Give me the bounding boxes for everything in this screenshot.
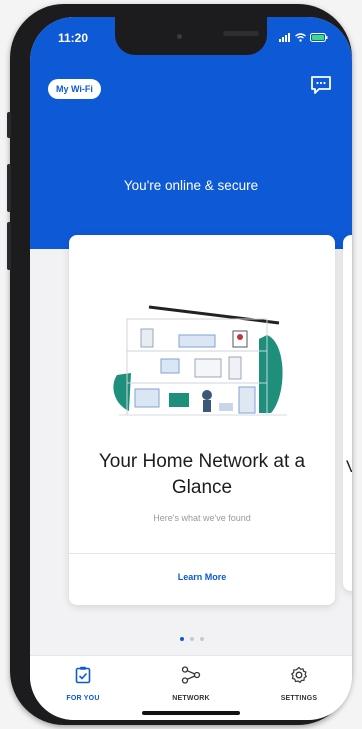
front-camera <box>177 34 182 39</box>
next-card-peek[interactable]: V <box>343 235 352 591</box>
wifi-status-icon <box>295 33 306 42</box>
gear-icon <box>291 666 307 683</box>
mute-switch <box>7 112 11 138</box>
speaker <box>223 31 259 36</box>
learn-more-link[interactable]: Learn More <box>69 572 335 582</box>
card-subtitle: Here's what we've found <box>153 513 251 523</box>
home-indicator <box>142 711 240 715</box>
card-title: Your Home Network at a Glance <box>98 451 306 498</box>
volume-down-button <box>7 222 11 270</box>
status-icons <box>279 33 328 42</box>
signal-icon <box>279 33 290 42</box>
battery-icon <box>310 33 328 42</box>
page-dot[interactable] <box>190 637 194 641</box>
status-time: 11:20 <box>58 31 89 45</box>
tab-label: SETTINGS <box>280 695 318 702</box>
network-glance-card[interactable]: Your Home Network at a Glance Here's wha… <box>69 235 335 605</box>
home-network-illustration <box>113 305 287 416</box>
page-dot[interactable] <box>180 637 184 641</box>
checklist-icon <box>75 666 91 684</box>
volume-up-button <box>7 164 11 212</box>
next-card-title-fragment: V <box>346 457 352 476</box>
page-dot[interactable] <box>200 637 204 641</box>
my-wifi-button[interactable]: My Wi-Fi <box>48 79 101 99</box>
screen: 11:20 My Wi-Fi You're online & secure Yo… <box>30 17 352 720</box>
tab-label: NETWORK <box>172 695 210 702</box>
tab-for-you[interactable]: FOR YOU <box>38 666 128 702</box>
phone-frame: 11:20 My Wi-Fi You're online & secure Yo… <box>7 4 352 725</box>
tab-label: FOR YOU <box>66 695 100 702</box>
notch <box>115 17 267 55</box>
network-icon <box>181 666 201 684</box>
chat-icon[interactable] <box>310 75 332 100</box>
card-divider <box>69 553 335 554</box>
online-status-headline: You're online & secure <box>123 178 259 193</box>
page-indicator <box>180 637 204 641</box>
tab-settings[interactable]: SETTINGS <box>254 666 344 702</box>
tab-network[interactable]: NETWORK <box>146 666 236 702</box>
